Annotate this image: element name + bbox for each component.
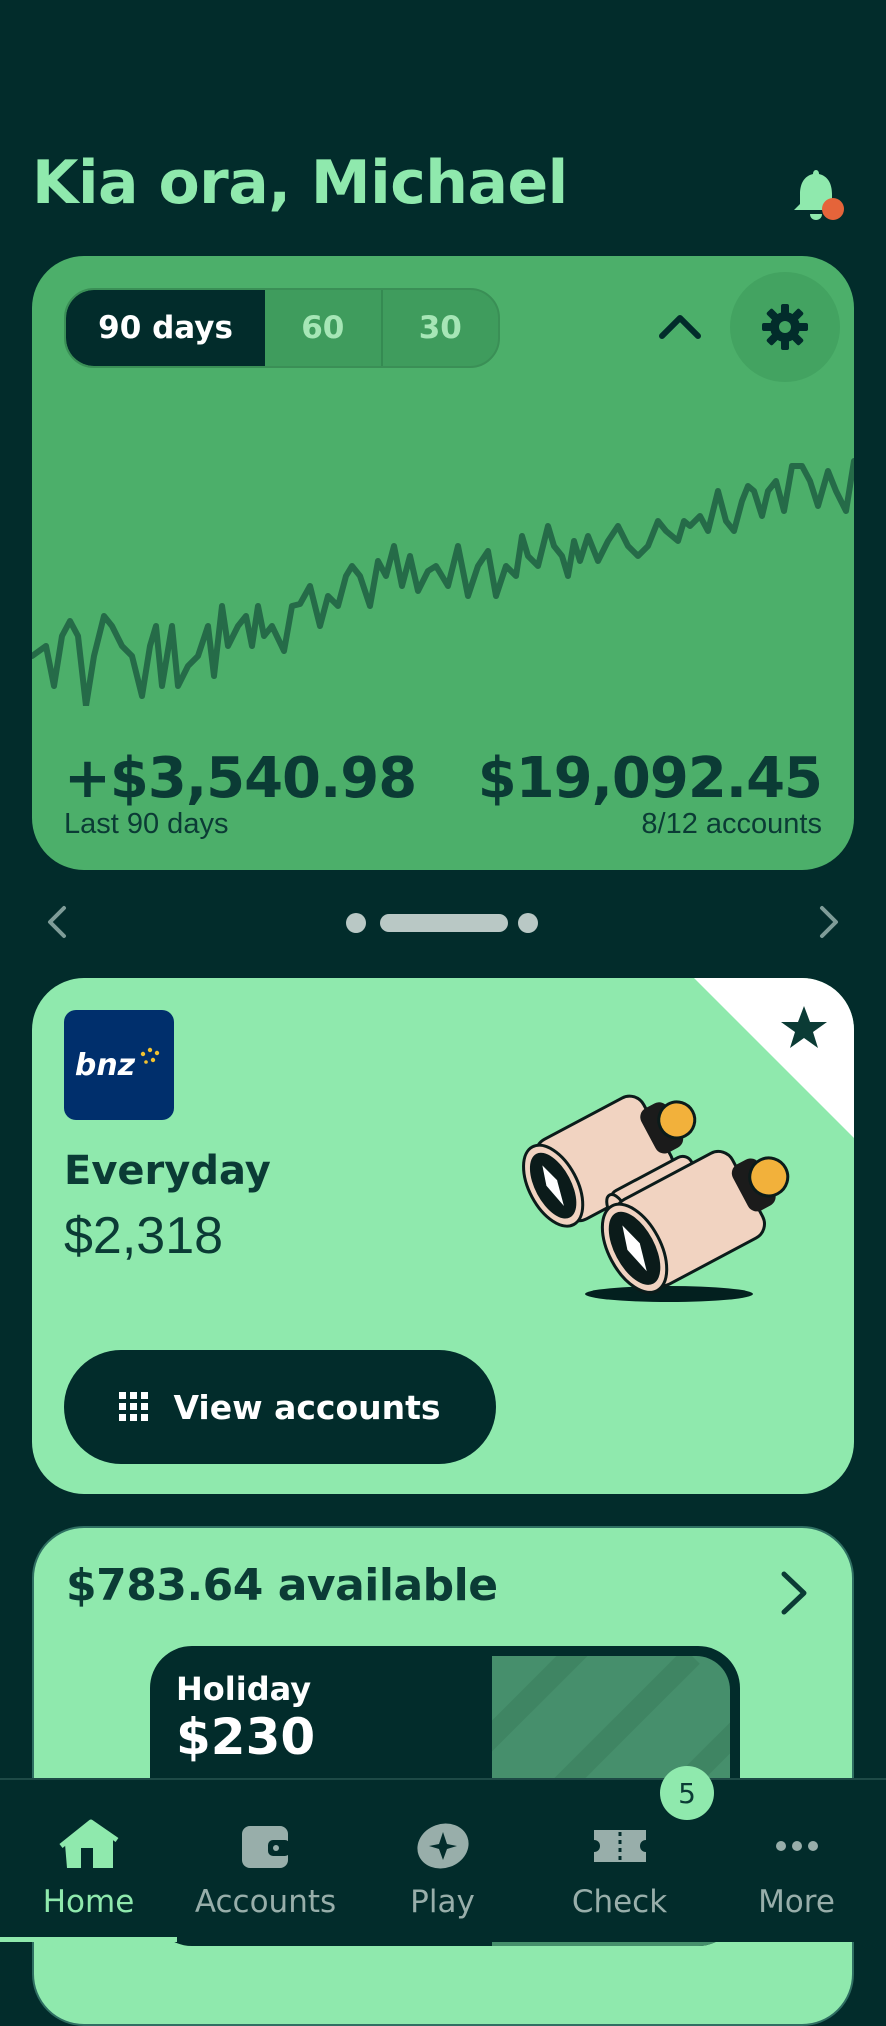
available-amount: $783.64 available [66,1560,498,1611]
notification-dot [822,198,844,220]
period-90-days[interactable]: 90 days [66,290,266,366]
gear-icon [762,304,808,350]
tab-more-label: More [758,1884,835,1920]
balance-trend-chart [32,458,854,706]
balance-summary-card[interactable]: 90 days 60 30 +$3,540.98 $19,092.45 Last [32,256,854,870]
check-count-badge: 5 [660,1766,714,1820]
more-icon [765,1818,829,1874]
chevron-right-icon[interactable] [776,1568,812,1618]
balance-change: +$3,540.98 [64,746,417,811]
play-icon [411,1818,475,1874]
pot-amount: $230 [176,1708,316,1766]
page-dot[interactable] [518,913,538,933]
carousel-page-indicator [346,912,542,934]
carousel-prev-button[interactable] [44,904,72,940]
accounts-count-label: 8/12 accounts [641,808,822,840]
tab-check-label: Check [571,1884,668,1920]
account-card-everyday[interactable]: bnz Everyday $2,318 View accounts [32,978,854,1494]
tab-more[interactable]: More [708,1780,885,1942]
pot-name: Holiday [176,1670,312,1708]
account-name: Everyday [64,1148,271,1194]
bnz-logo-text: bnz [74,1047,136,1083]
binoculars-illustration [522,1094,790,1302]
tab-accounts-label: Accounts [194,1884,337,1920]
tab-home[interactable]: Home [0,1780,177,1942]
page-dot-active [380,914,508,932]
bottom-navigation: Home Accounts Play Check More [0,1778,886,1942]
tab-home-label: Home [42,1884,135,1920]
period-60[interactable]: 60 [265,290,383,366]
view-accounts-label: View accounts [173,1387,441,1427]
page-dot[interactable] [346,913,366,933]
available-funds-card[interactable]: $783.64 available Holiday $230 [32,1526,854,2026]
period-selector: 90 days 60 30 [64,288,500,368]
grid-icon [119,1392,149,1421]
wallet-icon [234,1818,298,1874]
settings-button[interactable] [730,272,840,382]
account-balance: $2,318 [64,1207,224,1265]
tab-play-label: Play [410,1884,475,1920]
bnz-logo: bnz [64,1010,174,1120]
period-30[interactable]: 30 [383,290,498,366]
carousel-next-button[interactable] [814,904,842,940]
home-icon [57,1818,121,1874]
ticket-icon [588,1818,652,1874]
tab-accounts[interactable]: Accounts [177,1780,354,1942]
chevron-up-icon[interactable] [652,300,708,356]
greeting-title: Kia ora, Michael [32,148,568,218]
change-period-label: Last 90 days [64,808,229,840]
total-balance: $19,092.45 [477,746,823,811]
tab-play[interactable]: Play [354,1780,531,1942]
view-accounts-button[interactable]: View accounts [64,1350,496,1464]
